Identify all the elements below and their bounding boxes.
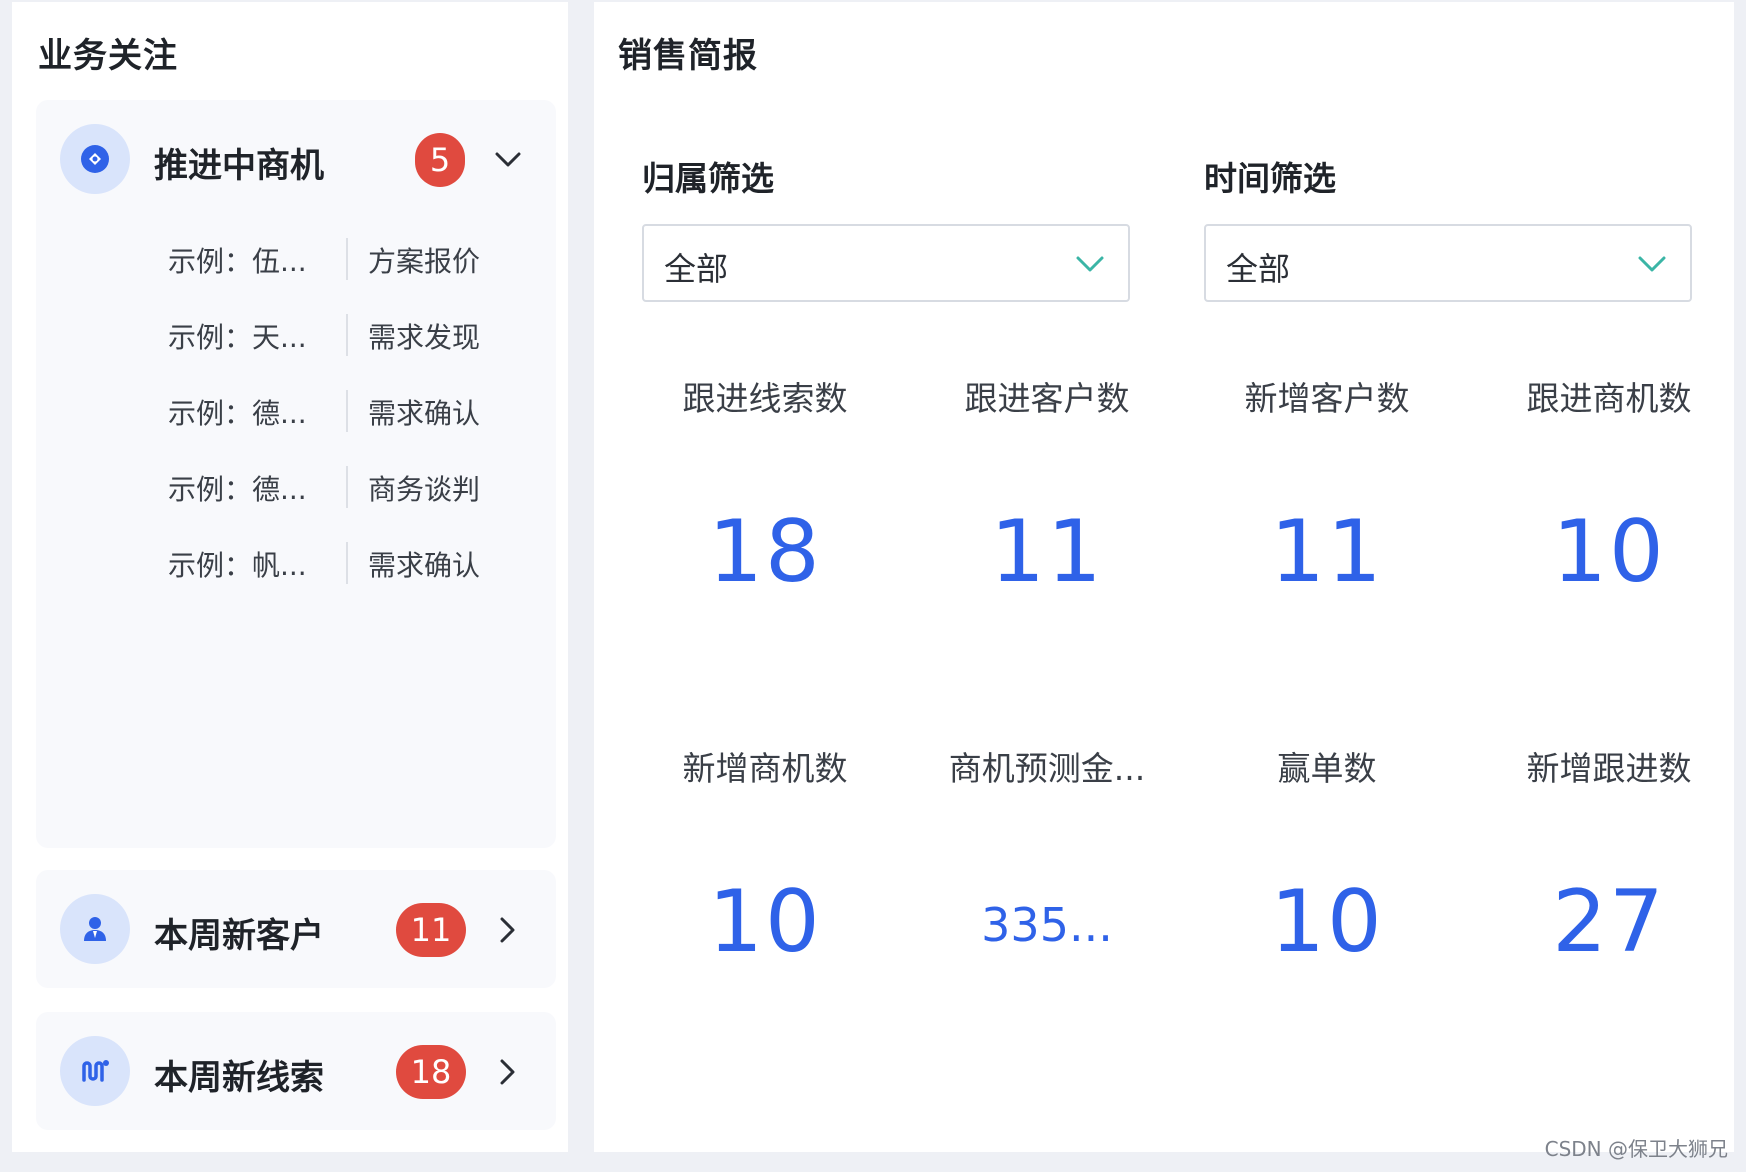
metric-value: 335... [981,898,1113,952]
opportunity-stage: 方案报价 [368,245,481,278]
metric-label: 赢单数 [1277,749,1377,788]
time-filter-label: 时间筛选 [1204,159,1336,198]
page: 业务关注 推进中商机 5 示例：伍... 方案报价 示例：天... 需求发现 示… [0,0,1746,1172]
new-leads-count-badge: 18 [396,1045,466,1099]
owner-filter-value: 全部 [664,250,729,288]
time-filter-select[interactable]: 全部 [1204,224,1692,302]
business-focus-panel: 业务关注 推进中商机 5 示例：伍... 方案报价 示例：天... 需求发现 示… [12,2,568,1152]
metric-value: 27 [1552,872,1666,972]
new-leads-label: 本周新线索 [154,1058,324,1098]
metric-label: 跟进线索数 [682,379,848,418]
time-filter-value: 全部 [1226,250,1291,288]
opportunities-count-badge: 5 [415,133,465,187]
metric-value: 11 [990,502,1104,602]
opportunity-list: 示例：伍... 方案报价 示例：天... 需求发现 示例：德... 需求确认 示… [36,222,556,602]
list-item[interactable]: 示例：伍... 方案报价 [36,222,556,298]
sales-briefing-title: 销售简报 [618,36,758,76]
metric-label: 跟进商机数 [1526,379,1692,418]
new-customers-count-badge: 11 [396,903,466,957]
owner-filter-label: 归属筛选 [642,159,774,198]
opportunity-name: 示例：伍... [168,245,307,278]
list-item[interactable]: 示例：天... 需求发现 [36,298,556,374]
metric-value: 10 [708,872,822,972]
metric-value: 18 [708,502,822,602]
chevron-right-icon[interactable] [488,910,528,950]
new-customers-label: 本周新客户 [154,916,324,956]
owner-filter-select[interactable]: 全部 [642,224,1130,302]
list-item[interactable]: 示例：德... 商务谈判 [36,450,556,526]
metric-value: 10 [1270,872,1384,972]
opportunity-name: 示例：德... [168,473,307,506]
opportunity-name: 示例：德... [168,397,307,430]
business-focus-title: 业务关注 [38,36,178,76]
metric-value: 10 [1552,502,1666,602]
divider [346,314,348,356]
sales-briefing-panel: 销售简报 归属筛选 时间筛选 全部 全部 跟进线索数 18 跟进客户数 11 新… [594,2,1734,1152]
opportunity-stage: 需求发现 [368,321,481,354]
divider [346,466,348,508]
new-customers-card-header: 本周新客户 11 [36,870,556,988]
divider [346,390,348,432]
watermark: CSDN @保卫大狮兄 [1544,1137,1728,1161]
opportunity-stage: 需求确认 [368,397,481,430]
metric-label: 商机预测金... [948,749,1146,788]
chevron-down-icon [1076,256,1104,272]
opportunity-stage: 需求确认 [368,549,481,582]
list-item[interactable]: 示例：德... 需求确认 [36,374,556,450]
lead-route-icon [60,1036,130,1106]
opportunities-card-header[interactable]: 推进中商机 5 [36,100,556,218]
chevron-down-icon [1638,256,1666,272]
user-icon [60,894,130,964]
divider [346,542,348,584]
new-customers-card[interactable]: 本周新客户 11 [36,870,556,988]
opportunity-stage: 商务谈判 [368,473,481,506]
new-leads-card[interactable]: 本周新线索 18 [36,1012,556,1130]
opportunity-name: 示例：帆... [168,549,307,582]
opportunities-card: 推进中商机 5 示例：伍... 方案报价 示例：天... 需求发现 示例：德..… [36,100,556,848]
metric-label: 新增客户数 [1244,379,1410,418]
new-leads-card-header: 本周新线索 18 [36,1012,556,1130]
divider [346,238,348,280]
list-item[interactable]: 示例：帆... 需求确认 [36,526,556,602]
opportunities-label: 推进中商机 [154,146,324,186]
chevron-right-icon[interactable] [488,1052,528,1092]
metric-label: 跟进客户数 [964,379,1130,418]
metric-label: 新增跟进数 [1526,749,1692,788]
chevron-down-icon[interactable] [488,140,528,180]
metric-value: 11 [1270,502,1384,602]
opportunity-icon [60,124,130,194]
metric-label: 新增商机数 [682,749,848,788]
opportunity-name: 示例：天... [168,321,307,354]
